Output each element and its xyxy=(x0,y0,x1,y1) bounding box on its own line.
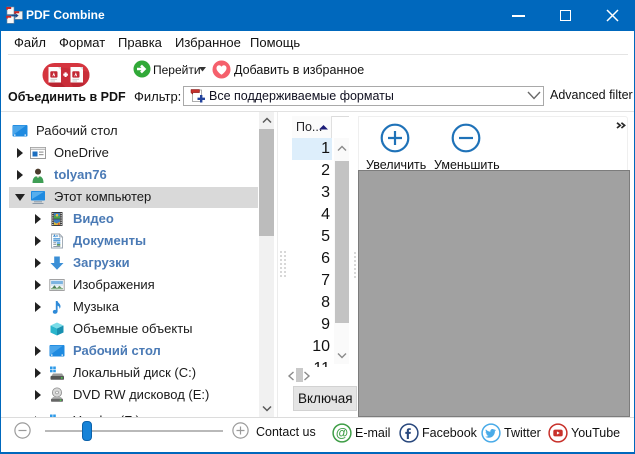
svg-text:@: @ xyxy=(336,426,348,440)
